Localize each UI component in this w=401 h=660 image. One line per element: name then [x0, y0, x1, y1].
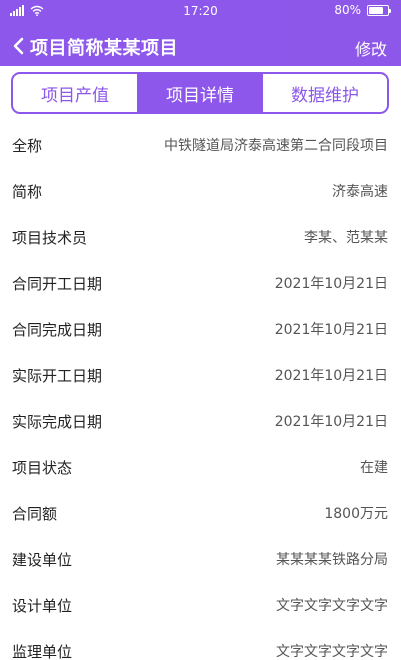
- row-value: 2021年10月21日: [274, 322, 388, 338]
- row-value: 1800万元: [324, 506, 388, 522]
- chevron-left-icon[interactable]: [10, 36, 28, 56]
- row-value: 文字文字文字文字: [276, 644, 388, 660]
- row-label: 项目技术员: [12, 228, 88, 247]
- battery-level: [369, 6, 383, 14]
- detail-row-full-name: 全称 中铁隧道局济泰高速第二合同段项目: [0, 122, 401, 168]
- row-value: 2021年10月21日: [274, 414, 388, 430]
- status-badge: 在建: [360, 460, 388, 476]
- row-label: 全称: [12, 136, 43, 155]
- tab-project-details[interactable]: 项目详情: [137, 74, 262, 112]
- row-value: 2021年10月21日: [274, 276, 388, 292]
- tab-data-maintenance[interactable]: 数据维护: [262, 74, 387, 112]
- detail-row-short-name: 简称 济泰高速: [0, 168, 401, 214]
- row-label: 简称: [12, 182, 43, 201]
- row-label: 项目状态: [12, 458, 73, 477]
- row-value: 文字文字文字文字: [276, 598, 388, 614]
- row-label: 实际开工日期: [12, 366, 103, 385]
- detail-row-contract-end: 合同完成日期 2021年10月21日: [0, 306, 401, 352]
- detail-row-construction-unit: 建设单位 某某某某铁路分局: [0, 536, 401, 582]
- edit-button[interactable]: 修改: [355, 36, 387, 60]
- detail-row-contract-start: 合同开工日期 2021年10月21日: [0, 260, 401, 306]
- row-value: 2021年10月21日: [274, 368, 388, 384]
- row-label: 建设单位: [12, 550, 73, 569]
- detail-row-actual-start: 实际开工日期 2021年10月21日: [0, 352, 401, 398]
- app-header: 17:20 80% 项目简称某某项目 修改: [0, 0, 401, 73]
- row-value: 济泰高速: [332, 184, 388, 200]
- tab-area: 项目产值 项目详情 数据维护: [0, 66, 401, 122]
- row-label: 合同额: [12, 504, 58, 523]
- detail-list: 全称 中铁隧道局济泰高速第二合同段项目 简称 济泰高速 项目技术员 李某、范某某…: [0, 122, 401, 660]
- detail-row-actual-end: 实际完成日期 2021年10月21日: [0, 398, 401, 444]
- detail-row-technicians: 项目技术员 李某、范某某: [0, 214, 401, 260]
- segmented-tabs: 项目产值 项目详情 数据维护: [11, 72, 389, 114]
- status-bar: 17:20 80%: [0, 0, 401, 22]
- row-label: 合同开工日期: [12, 274, 103, 293]
- detail-row-supervision-unit: 监理单位 文字文字文字文字: [0, 628, 401, 660]
- row-label: 设计单位: [12, 596, 73, 615]
- battery-icon: [367, 4, 391, 16]
- nav-bar: 项目简称某某项目 修改: [0, 28, 401, 64]
- status-right: 80%: [334, 3, 391, 17]
- row-label: 实际完成日期: [12, 412, 103, 431]
- row-value: 中铁隧道局济泰高速第二合同段项目: [164, 138, 388, 154]
- detail-row-status: 项目状态 在建: [0, 444, 401, 490]
- detail-row-contract-amount: 合同额 1800万元: [0, 490, 401, 536]
- row-value: 李某、范某某: [304, 230, 388, 246]
- detail-row-design-unit: 设计单位 文字文字文字文字: [0, 582, 401, 628]
- row-label: 合同完成日期: [12, 320, 103, 339]
- row-value: 某某某某铁路分局: [276, 552, 388, 568]
- battery-percent: 80%: [334, 3, 361, 17]
- tab-project-output[interactable]: 项目产值: [13, 74, 137, 112]
- row-label: 监理单位: [12, 642, 73, 660]
- page-title: 项目简称某某项目: [30, 38, 178, 59]
